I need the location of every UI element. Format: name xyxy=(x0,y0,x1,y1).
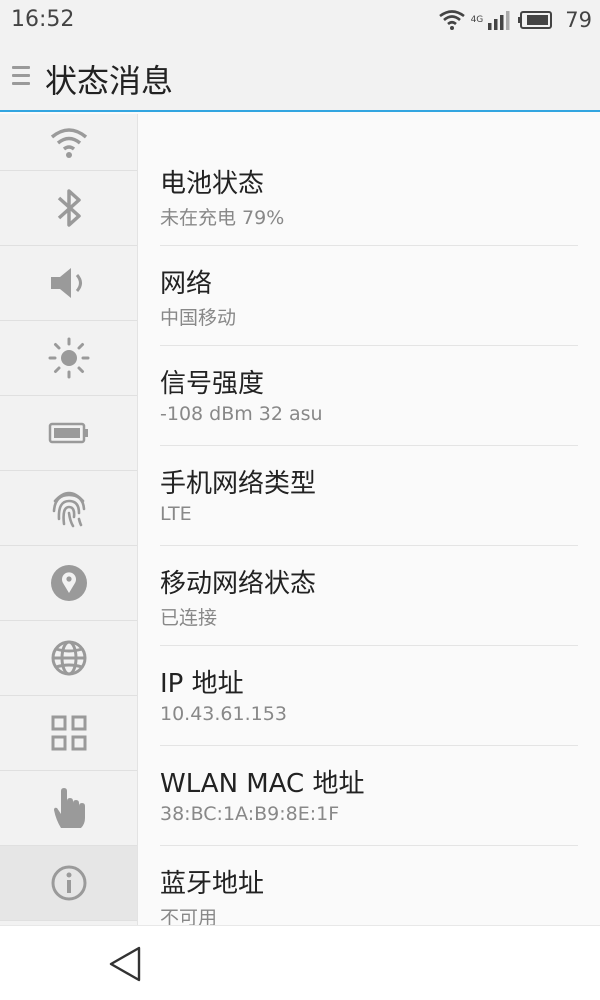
sidebar-item-bluetooth[interactable] xyxy=(0,171,137,246)
row-value: -108 dBm 32 asu xyxy=(160,403,323,425)
row-title: 信号强度 xyxy=(160,369,265,399)
row-title: 网络 xyxy=(160,269,213,299)
row-title: WLAN MAC 地址 xyxy=(160,769,365,799)
row-title: 蓝牙地址 xyxy=(160,869,265,899)
list-item: 信号强度 -108 dBm 32 asu xyxy=(160,346,578,446)
signal-icon xyxy=(488,11,510,30)
sidebar-item-wlan[interactable] xyxy=(0,114,137,171)
apps-grid-icon xyxy=(51,715,86,751)
sidebar-item-gestures[interactable] xyxy=(0,771,137,846)
volume-icon xyxy=(50,268,82,298)
settings-sidebar xyxy=(0,114,138,925)
sidebar-item-display[interactable] xyxy=(0,321,137,396)
list-item: 网络 中国移动 xyxy=(160,246,578,346)
row-value: 未在充电 79% xyxy=(160,207,285,229)
sidebar-item-about[interactable] xyxy=(0,846,137,921)
battery-icon xyxy=(518,11,553,29)
network-type-label: 4G xyxy=(470,14,484,25)
sidebar-item-location[interactable] xyxy=(0,546,137,621)
row-value: LTE xyxy=(160,503,192,525)
page-title: 状态消息 xyxy=(45,62,174,100)
row-value: 不可用 xyxy=(160,907,218,925)
info-icon xyxy=(51,865,86,901)
status-time: 16:52 xyxy=(11,7,75,32)
row-value: 38:BC:1A:B9:8E:1F xyxy=(160,803,340,825)
list-item: 蓝牙地址 不可用 xyxy=(160,846,578,925)
sidebar-item-fingerprint[interactable] xyxy=(0,471,137,546)
row-value: 已连接 xyxy=(160,607,218,629)
sidebar-item-sound[interactable] xyxy=(0,246,137,321)
globe-icon xyxy=(51,640,86,676)
sidebar-item-battery[interactable] xyxy=(0,396,137,471)
wifi-icon xyxy=(50,128,87,158)
row-title: 手机网络类型 xyxy=(160,469,317,499)
app-header: 状态消息 xyxy=(0,40,600,112)
bluetooth-icon xyxy=(57,189,81,227)
battery-percent: 79 xyxy=(565,8,592,32)
menu-icon[interactable] xyxy=(12,66,30,88)
row-title: IP 地址 xyxy=(160,669,244,699)
list-item: 手机网络类型 LTE xyxy=(160,446,578,546)
row-value: 10.43.61.153 xyxy=(160,703,287,725)
gesture-hand-icon xyxy=(53,788,85,828)
list-item: 电池状态 未在充电 79% xyxy=(160,146,578,246)
status-icons: 4G 79 xyxy=(438,6,592,34)
location-icon xyxy=(50,565,87,601)
battery-icon xyxy=(48,422,88,444)
status-bar: 16:52 4G 79 xyxy=(0,0,600,40)
navigation-bar xyxy=(0,925,600,1000)
list-item: WLAN MAC 地址 38:BC:1A:B9:8E:1F xyxy=(160,746,578,846)
sidebar-item-network[interactable] xyxy=(0,621,137,696)
brightness-icon xyxy=(48,337,89,379)
list-item: 移动网络状态 已连接 xyxy=(160,546,578,646)
wifi-icon xyxy=(438,10,465,30)
fingerprint-icon xyxy=(52,491,85,528)
list-item: IP 地址 10.43.61.153 xyxy=(160,646,578,746)
sidebar-item-apps[interactable] xyxy=(0,696,137,771)
status-info-list: 电池状态 未在充电 79% 网络 中国移动 信号强度 -108 dBm 32 a… xyxy=(138,114,600,925)
row-title: 移动网络状态 xyxy=(160,569,317,599)
row-value: 中国移动 xyxy=(160,307,237,329)
row-title: 电池状态 xyxy=(160,169,265,199)
back-triangle-icon[interactable] xyxy=(105,944,145,984)
